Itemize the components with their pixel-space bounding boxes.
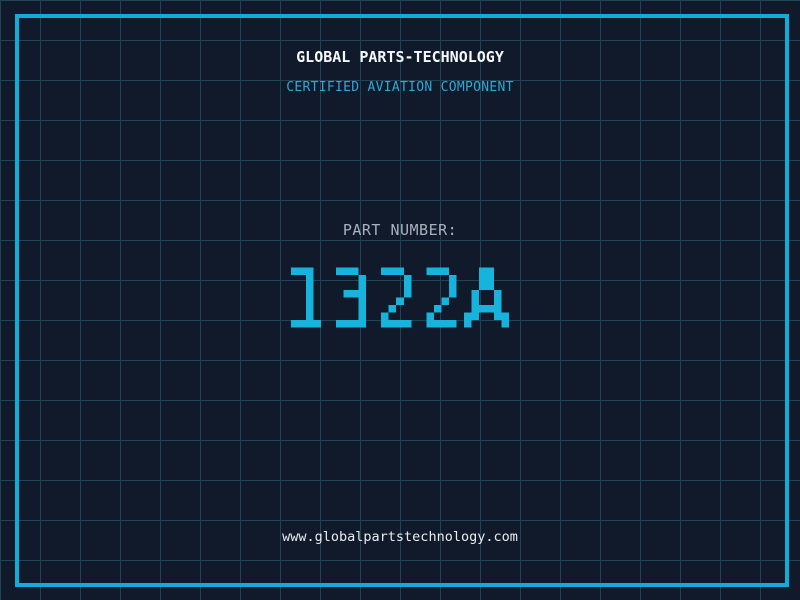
part-number-display (276, 245, 524, 350)
label-background: { "brand": { "title": "GLOBAL PARTS-TECH… (0, 0, 800, 600)
brand-subtitle: CERTIFIED AVIATION COMPONENT (286, 80, 514, 95)
part-number-label: PART NUMBER: (342, 221, 458, 239)
brand-title: GLOBAL PARTS-TECHNOLOGY (296, 48, 504, 66)
website-url: www.globalpartstechnology.com (282, 529, 518, 545)
